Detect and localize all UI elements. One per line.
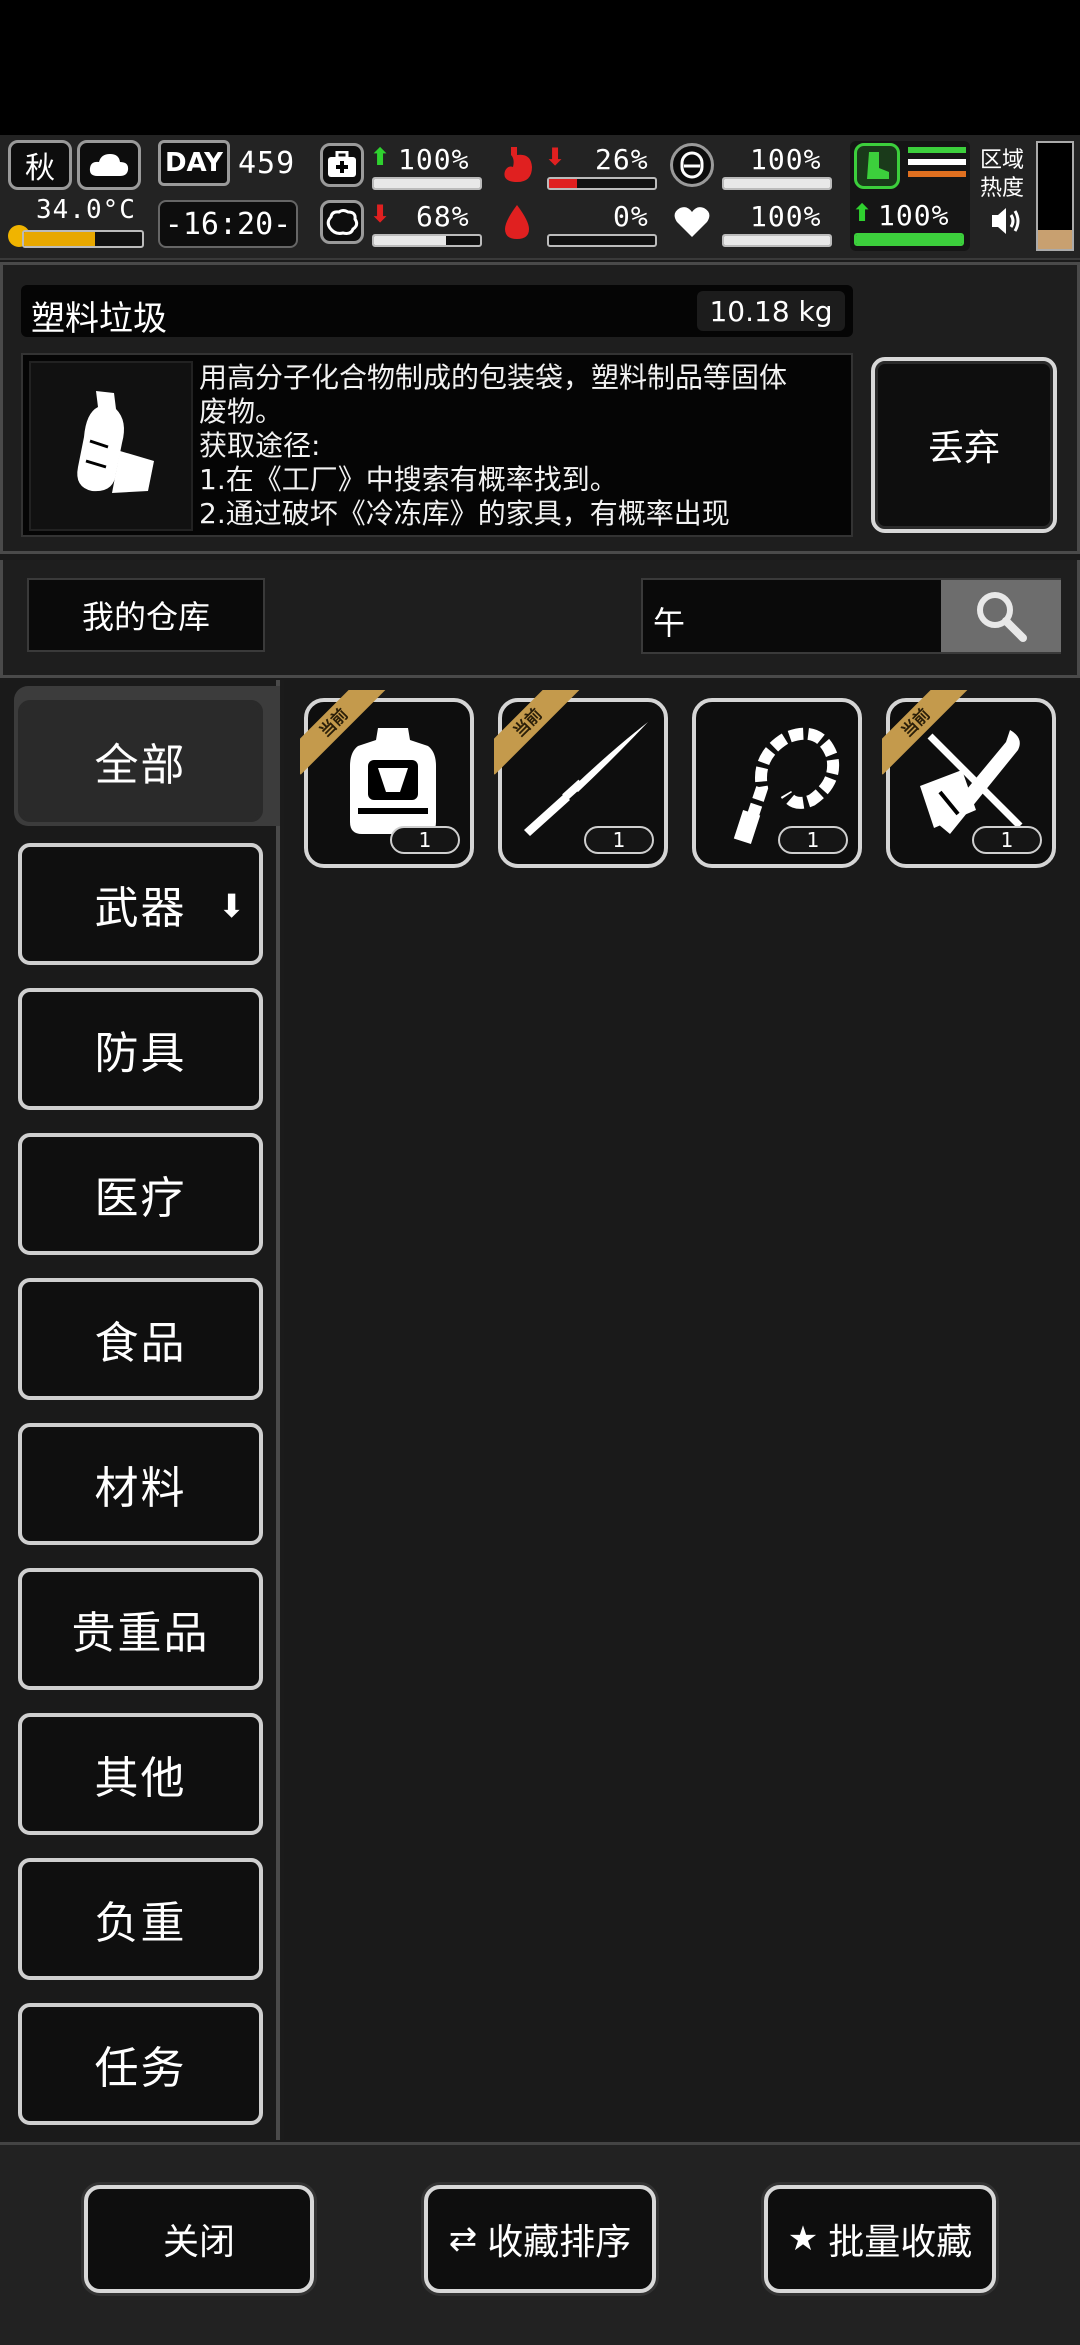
boot-icon — [854, 143, 900, 189]
item-count: 1 — [390, 826, 460, 854]
batch-favorite-button[interactable]: ★ 批量收藏 — [764, 2185, 996, 2293]
zone-heat-meter — [1036, 141, 1074, 251]
description-line: 用高分子化合物制成的包装袋，塑料制品等固体 — [199, 361, 788, 394]
item-grid: 当前 1 当前 1 1 当前 1 — [284, 680, 1080, 2140]
category-other[interactable]: 其他 — [18, 1713, 263, 1835]
mental-down-arrow: ⬇ — [370, 200, 391, 228]
item-header: 塑料垃圾 10.18 kg — [21, 285, 853, 339]
item-slot[interactable]: 当前 1 — [300, 690, 474, 868]
hunger-bar — [547, 177, 657, 190]
item-weight: 10.18 kg — [697, 291, 845, 331]
plastic-trash-icon — [29, 361, 193, 531]
category-valuables[interactable]: 贵重品 — [18, 1568, 263, 1690]
water-drop-icon — [495, 200, 539, 244]
item-description: 用高分子化合物制成的包装袋，塑料制品等固体 废物。 获取途径: 1.在《工厂》中… — [199, 361, 849, 531]
item-slot[interactable]: 1 — [692, 698, 862, 868]
description-line: 1.在《工厂》中搜索有概率找到。 — [199, 463, 618, 496]
category-load[interactable]: 负重 — [18, 1858, 263, 1980]
health-bar — [372, 177, 482, 190]
day-number: 459 — [238, 146, 296, 181]
mood-stat: 100% — [670, 200, 840, 250]
hunger-stat: ⬇ 26% — [495, 143, 660, 193]
close-button[interactable]: 关闭 — [84, 2185, 314, 2293]
stamina-bar — [854, 233, 964, 246]
backpack-icon — [350, 728, 436, 834]
thirst-value: 0% — [613, 200, 649, 233]
category-quest[interactable]: 任务 — [18, 2003, 263, 2125]
category-weapons-label: 武器 — [94, 883, 187, 934]
category-weapons[interactable]: 武器 ⬇ — [18, 843, 263, 965]
description-line: 获取途径: — [199, 429, 321, 462]
sort-favorites-label: 收藏排序 — [487, 2222, 632, 2263]
item-count: 1 — [778, 826, 848, 854]
category-armor[interactable]: 防具 — [18, 988, 263, 1110]
temperature-gauge: 34.0°C — [8, 195, 144, 250]
item-count: 1 — [972, 826, 1042, 854]
stamina-up-arrow: ⬆ — [852, 199, 873, 227]
category-all[interactable]: 全部 — [18, 700, 263, 822]
stamina-stat: ⬆ 100% — [850, 141, 970, 251]
item-slot[interactable]: 当前 1 — [882, 690, 1056, 868]
search-button[interactable] — [941, 580, 1061, 652]
brain-icon — [320, 200, 364, 244]
health-stat: ⬆ 100% — [320, 143, 485, 193]
swap-arrows-icon: ⇄ — [448, 2219, 478, 2259]
discard-button[interactable]: 丢弃 — [871, 357, 1057, 533]
heart-icon — [670, 200, 714, 244]
category-medical[interactable]: 医疗 — [18, 1133, 263, 1255]
storage-title: 我的仓库 — [27, 578, 265, 652]
speaker-icon[interactable] — [988, 203, 1024, 239]
season-indicator: 秋 — [8, 140, 72, 190]
temperature-value: 34.0°C — [36, 195, 136, 225]
sort-favorites-button[interactable]: ⇄ 收藏排序 — [424, 2185, 656, 2293]
item-slot[interactable]: 当前 1 — [494, 690, 668, 868]
status-bar: 秋 34.0°C DAY 459 -16:20- ⬆ 100% ⬇ 68% ⬇ — [0, 135, 1080, 260]
health-value: 100% — [398, 143, 470, 176]
stamina-value: 100% — [878, 199, 950, 232]
item-description-box: 用高分子化合物制成的包装袋，塑料制品等固体 废物。 获取途径: 1.在《工厂》中… — [21, 353, 853, 537]
storage-header: 我的仓库 午 — [0, 560, 1080, 678]
health-up-arrow: ⬆ — [370, 143, 391, 171]
zone-heat-label: 区域热度 — [980, 148, 1025, 201]
medkit-icon — [320, 143, 364, 187]
hunger-down-arrow: ⬇ — [545, 143, 566, 171]
thirst-stat: 0% — [495, 200, 660, 250]
category-materials[interactable]: 材料 — [18, 1423, 263, 1545]
armor-bar — [722, 177, 832, 190]
arrow-down-icon: ⬇ — [218, 887, 247, 925]
armor-stat: 100% — [670, 143, 840, 193]
game-clock: -16:20- — [158, 200, 298, 248]
description-line: 废物。 — [199, 395, 284, 428]
helmet-icon — [670, 143, 714, 187]
item-name: 塑料垃圾 — [31, 299, 167, 339]
category-food[interactable]: 食品 — [18, 1278, 263, 1400]
item-info-panel: 塑料垃圾 10.18 kg 用高分子化合物制成的包装袋，塑料制品等固体 废物。 … — [0, 262, 1080, 554]
item-count: 1 — [584, 826, 654, 854]
mental-bar — [372, 234, 482, 247]
system-top-bar — [0, 0, 1080, 135]
stomach-icon — [495, 143, 539, 187]
mood-value: 100% — [750, 200, 822, 233]
search-box: 午 — [641, 578, 1061, 654]
description-line: 2.通过破坏《冷冻库》的家具，有概率出现 — [199, 497, 730, 530]
day-counter: DAY 459 — [158, 140, 298, 195]
batch-favorite-label: 批量收藏 — [828, 2222, 973, 2263]
day-label: DAY — [158, 140, 230, 186]
hunger-value: 26% — [595, 143, 649, 176]
stars-icon: ★ — [787, 2219, 819, 2259]
season-label: 秋 — [25, 151, 55, 186]
thirst-bar — [547, 234, 657, 247]
close-button-label: 关闭 — [162, 2222, 235, 2263]
mood-bar — [722, 234, 832, 247]
search-input[interactable]: 午 — [653, 598, 685, 644]
armor-value: 100% — [750, 143, 822, 176]
search-icon — [977, 592, 1027, 642]
weather-cloud-icon — [77, 140, 141, 190]
mental-stat: ⬇ 68% — [320, 200, 485, 250]
mental-value: 68% — [416, 200, 470, 233]
